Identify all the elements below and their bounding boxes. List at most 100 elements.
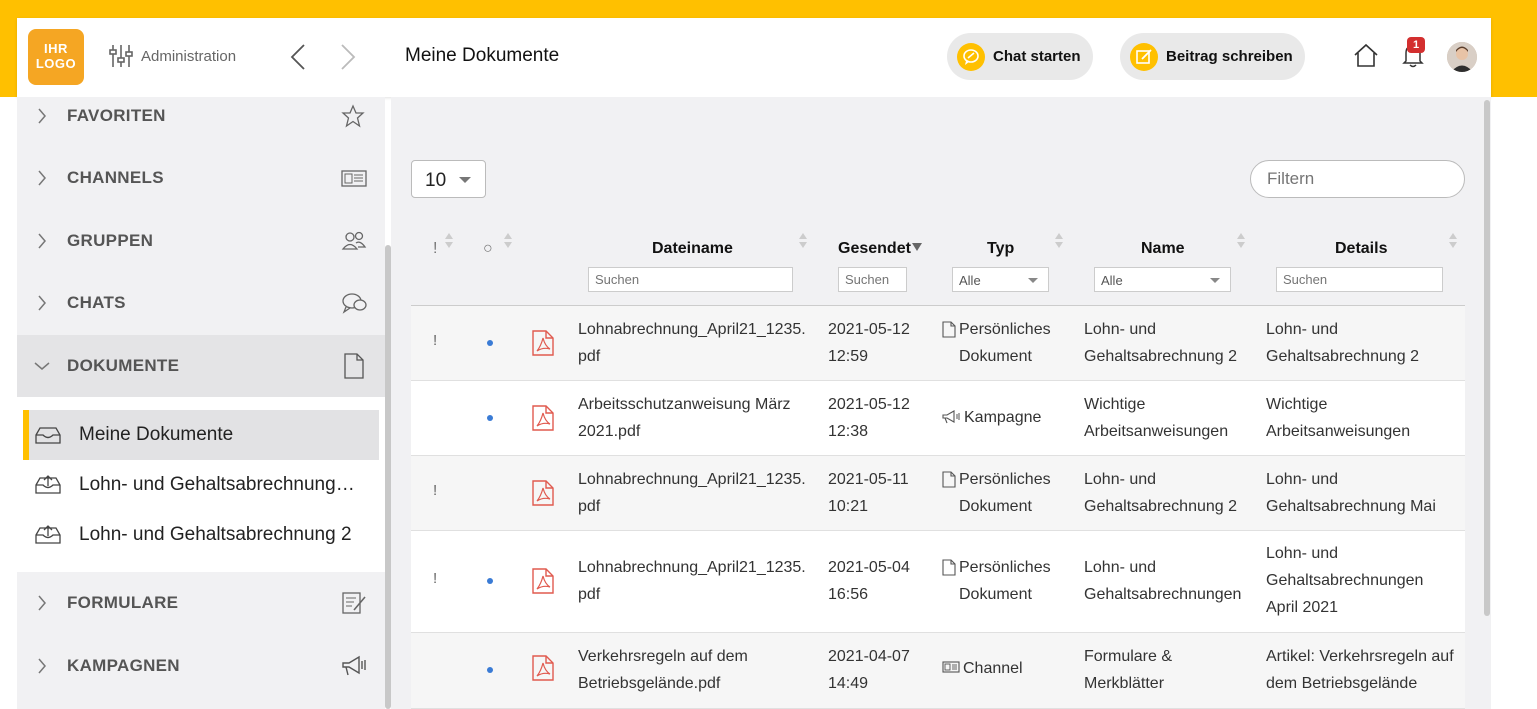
name-cell: Formulare & Merkblätter (1084, 648, 1173, 692)
filename-cell[interactable]: Arbeitsschutzanweisung März 2021.pdf (578, 391, 791, 445)
header-details[interactable]: Details (1335, 240, 1387, 258)
newspaper-icon (942, 661, 960, 673)
type-cell: Kampagne (942, 404, 1041, 431)
sidebar: FAVORITEN CHANNELS GRUPPEN CHATS DOKUMEN… (17, 97, 385, 709)
edit-icon (1130, 42, 1158, 71)
sidebar-item-dokumente[interactable]: DOKUMENTE (17, 335, 385, 397)
table-row[interactable]: Arbeitsschutzanweisung März 2021.pdf 2021… (411, 381, 1465, 456)
page-size-select[interactable]: 10 (411, 160, 486, 198)
newspaper-icon (341, 170, 367, 187)
details-cell: Wichtige Arbeitsanweisungen (1266, 396, 1411, 440)
group-icon (341, 231, 367, 250)
document-icon (942, 321, 956, 338)
table-row[interactable]: Verkehrsregeln auf dem Betriebsgelände.pd… (411, 633, 1465, 709)
details-cell: Lohn- und Gehaltsabrechnung Mai (1266, 471, 1436, 515)
filename-cell[interactable]: Lohnabrechnung_April21_1235. pdf (578, 554, 806, 608)
name-filter-select[interactable]: Alle (1094, 267, 1231, 292)
sidebar-item-label: KAMPAGNEN (67, 656, 180, 675)
sidebar-item-channels[interactable]: CHANNELS (17, 147, 385, 209)
star-icon (341, 104, 365, 128)
sidebar-item-favoriten[interactable]: FAVORITEN (17, 85, 385, 147)
page-right-margin (1491, 97, 1537, 709)
chat-icon (342, 293, 367, 314)
sidebar-item-label: DOKUMENTE (67, 356, 180, 375)
sent-cell: 2021-04-07 14:49 (828, 648, 910, 692)
form-icon (342, 592, 366, 614)
header-sent[interactable]: Gesendet (838, 240, 911, 258)
sort-icon (445, 233, 453, 248)
chevron-down-icon (34, 362, 50, 370)
type-filter-select[interactable]: Alle (952, 267, 1049, 292)
chevron-right-icon (38, 295, 46, 311)
sidebar-item-formulare[interactable]: FORMULARE (17, 572, 385, 634)
megaphone-icon (342, 655, 366, 676)
sidebar-item-kampagnen[interactable]: KAMPAGNEN (17, 635, 385, 697)
inbox-upload-icon (35, 475, 61, 495)
pdf-file-icon (532, 568, 554, 594)
sidebar-subitem-lohn-gehalt-1[interactable]: Lohn- und Gehaltsabrechnung… (23, 460, 379, 510)
administration-link[interactable]: Administration (109, 43, 236, 69)
administration-label: Administration (141, 47, 237, 65)
table-filter-input[interactable] (1250, 160, 1465, 198)
header-read[interactable]: ○ (483, 240, 493, 258)
important-marker: ! (433, 482, 438, 499)
sort-icon (1449, 233, 1457, 248)
important-marker: ! (433, 570, 438, 587)
back-arrow-icon[interactable] (289, 43, 307, 71)
sort-icon (1055, 233, 1063, 248)
unread-dot (487, 415, 493, 421)
table-row[interactable]: ! Lohnabrechnung_April21_1235. pdf 2021-0… (411, 456, 1465, 531)
chevron-right-icon (38, 108, 46, 124)
details-search-input[interactable] (1276, 267, 1443, 292)
sidebar-item-chats[interactable]: CHATS (17, 272, 385, 334)
details-cell: Lohn- und Gehaltsabrechnungen April 2021 (1266, 545, 1424, 616)
sort-icon (504, 233, 512, 248)
user-avatar[interactable] (1447, 42, 1477, 72)
header-type[interactable]: Typ (987, 240, 1014, 258)
forward-arrow-icon[interactable] (339, 43, 357, 71)
filename-cell[interactable]: Verkehrsregeln auf dem Betriebsgelände.pd… (578, 643, 748, 697)
filename-search-input[interactable] (588, 267, 793, 292)
company-logo[interactable]: IHR LOGO (28, 29, 84, 85)
page-size-value: 10 (425, 170, 447, 191)
write-post-button[interactable]: Beitrag schreiben (1120, 33, 1305, 80)
unread-dot (487, 340, 493, 346)
sidebar-item-gruppen[interactable]: GRUPPEN (17, 210, 385, 272)
page-title: Meine Dokumente (405, 45, 560, 66)
sidebar-subitem-meine-dokumente[interactable]: Meine Dokumente (23, 410, 379, 460)
name-cell: Lohn- und Gehaltsabrechnungen (1084, 559, 1242, 603)
name-cell: Wichtige Arbeitsanweisungen (1084, 396, 1229, 440)
sent-search-input[interactable] (838, 267, 907, 292)
filename-cell[interactable]: Lohnabrechnung_April21_1235. pdf (578, 316, 806, 370)
document-icon (942, 471, 956, 488)
sent-cell: 2021-05-11 10:21 (828, 471, 909, 515)
header-name[interactable]: Name (1141, 240, 1185, 258)
chat-bubble-icon (957, 42, 985, 71)
header-filename[interactable]: Dateiname (652, 240, 733, 258)
type-filter-value: Alle (959, 273, 981, 288)
table-row[interactable]: ! Lohnabrechnung_April21_1235. pdf 2021-0… (411, 306, 1465, 381)
sidebar-subitem-lohn-gehalt-2[interactable]: Lohn- und Gehaltsabrechnung 2 (23, 510, 379, 560)
sidebar-subitem-label: Meine Dokumente (79, 424, 234, 445)
table-row[interactable]: ! Lohnabrechnung_April21_1235. pdf 2021-0… (411, 531, 1465, 633)
sidebar-item-label: FORMULARE (67, 593, 179, 612)
unread-dot (487, 578, 493, 584)
filename-cell[interactable]: Lohnabrechnung_April21_1235. pdf (578, 466, 806, 520)
type-cell: Persönliches Dokument (942, 316, 1051, 370)
home-icon[interactable] (1353, 42, 1379, 68)
important-marker: ! (433, 332, 438, 349)
document-icon (942, 559, 956, 576)
main-scrollbar[interactable] (1484, 100, 1490, 616)
sent-cell: 2021-05-12 12:59 (828, 321, 910, 365)
header-important[interactable]: ! (433, 240, 437, 258)
dokumente-submenu: Meine Dokumente Lohn- und Gehaltsabrechn… (17, 397, 385, 572)
caret-down-icon (459, 177, 471, 183)
chevron-right-icon (38, 595, 46, 611)
chat-start-button[interactable]: Chat starten (947, 33, 1093, 80)
sidebar-item-label: CHATS (67, 293, 126, 312)
pdf-file-icon (532, 480, 554, 506)
sort-icon (1237, 233, 1245, 248)
chevron-right-icon (38, 233, 46, 249)
sort-desc-icon (912, 243, 922, 251)
type-cell: Channel (942, 655, 1023, 682)
